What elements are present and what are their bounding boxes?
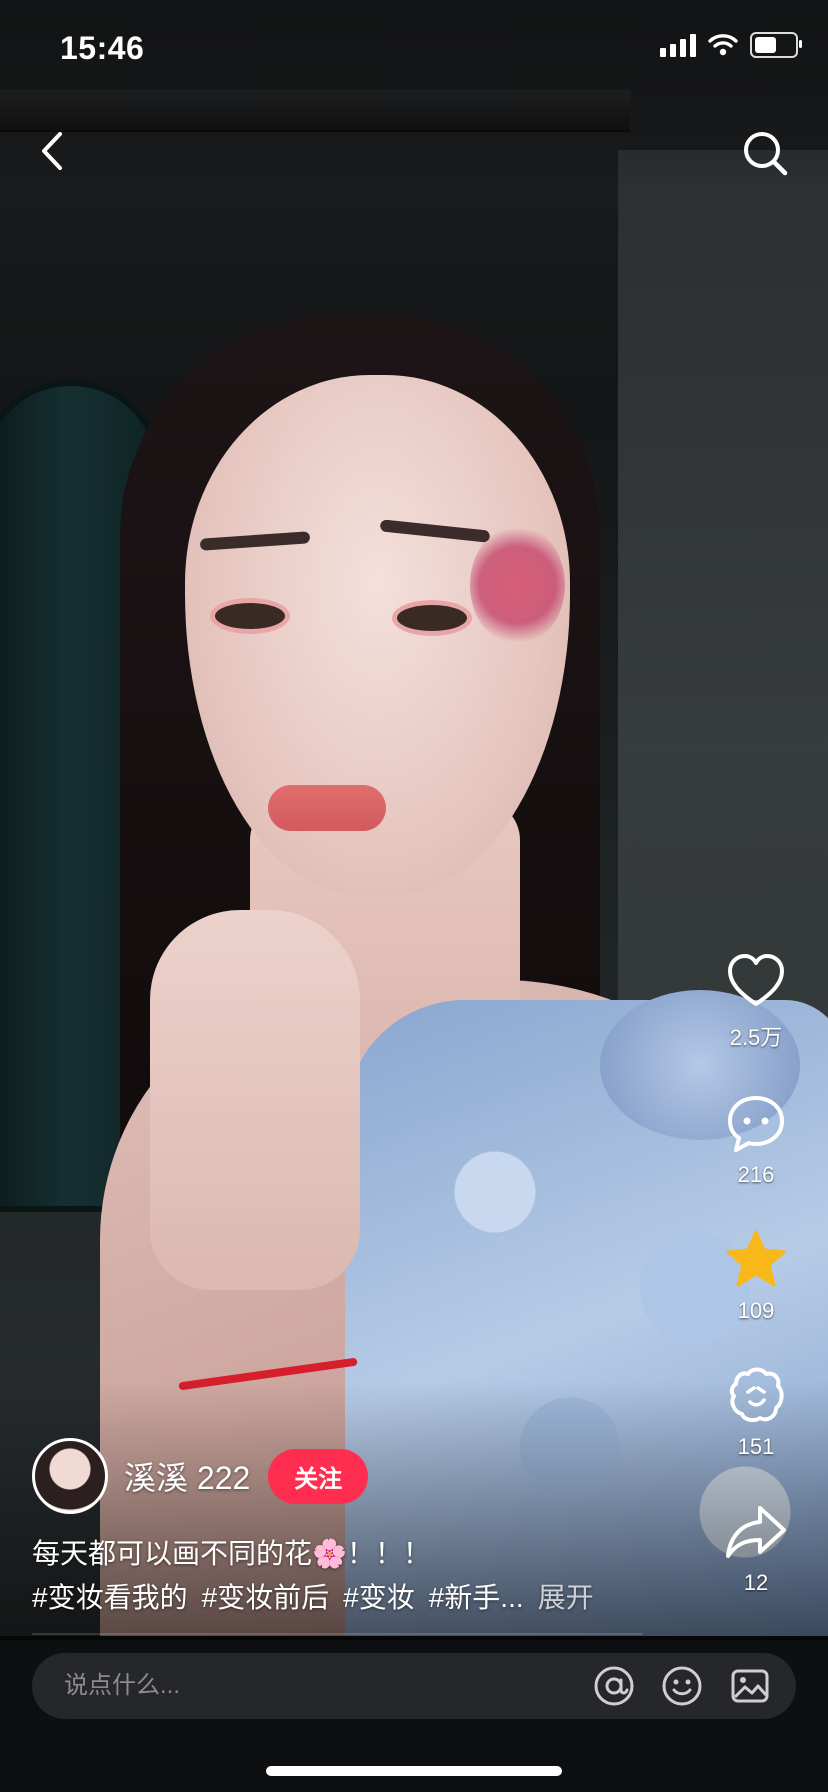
post-caption: 每天都可以画不同的花🌸！！！ <box>32 1538 431 1569</box>
avatar[interactable] <box>32 1438 108 1514</box>
comment-button[interactable]: 216 <box>724 1092 788 1188</box>
expand-caption-link[interactable]: 展开 <box>538 1576 594 1616</box>
at-icon[interactable] <box>592 1664 636 1708</box>
author-name[interactable]: 溪溪 222 <box>124 1453 250 1499</box>
like-button[interactable]: 2.5万 <box>724 950 788 1052</box>
hashtag-link[interactable]: #变妆 <box>343 1576 415 1616</box>
home-indicator[interactable] <box>266 1766 562 1776</box>
comment-input[interactable] <box>32 1652 592 1720</box>
divider <box>32 1633 642 1635</box>
collab-button[interactable]: 151 <box>724 1364 788 1460</box>
emoji-icon[interactable] <box>660 1664 704 1708</box>
comment-bubble-icon <box>728 1096 784 1152</box>
image-icon[interactable] <box>728 1664 772 1708</box>
top-gradient <box>0 0 828 190</box>
favorite-count: 109 <box>737 1298 775 1323</box>
star-icon <box>726 1230 786 1287</box>
collab-count: 151 <box>737 1434 775 1459</box>
chevron-left-icon <box>42 132 62 170</box>
hashtag-link[interactable]: #变妆看我的 <box>32 1576 188 1616</box>
share-arrow-icon <box>726 1506 786 1558</box>
hashtag-link[interactable]: #新手... <box>429 1576 524 1616</box>
hand-shape <box>150 910 360 1290</box>
battery-level <box>755 37 776 53</box>
action-rail: 2.5万 216 109 151 12 <box>706 950 806 1636</box>
battery-icon <box>750 32 802 58</box>
right-eye-shape <box>392 600 472 636</box>
cellular-signal-icon <box>660 33 696 57</box>
share-count: 12 <box>743 1570 769 1595</box>
post-tags: #变妆看我的 #变妆前后 #变妆 #新手... 展开 <box>32 1576 594 1616</box>
lips-shape <box>268 785 386 831</box>
status-icons <box>660 32 802 58</box>
search-button[interactable] <box>740 128 790 178</box>
comment-bar <box>32 1652 796 1720</box>
search-icon <box>744 132 788 176</box>
follow-button[interactable]: 关注 <box>268 1448 369 1504</box>
heart-icon <box>728 954 784 1006</box>
share-button[interactable]: 12 <box>724 1500 788 1596</box>
collab-mascot-icon <box>729 1367 784 1423</box>
hashtag-link[interactable]: #变妆前后 <box>202 1576 330 1616</box>
author-row: 溪溪 222 关注 <box>32 1438 369 1514</box>
face-flower-paint <box>470 525 565 645</box>
back-button[interactable] <box>30 128 76 174</box>
status-time: 15:46 <box>60 30 145 66</box>
like-count: 2.5万 <box>729 1025 783 1050</box>
wifi-icon <box>708 34 738 56</box>
favorite-button[interactable]: 109 <box>724 1228 788 1324</box>
comment-count: 216 <box>737 1162 775 1187</box>
left-eye-shape <box>210 598 290 634</box>
